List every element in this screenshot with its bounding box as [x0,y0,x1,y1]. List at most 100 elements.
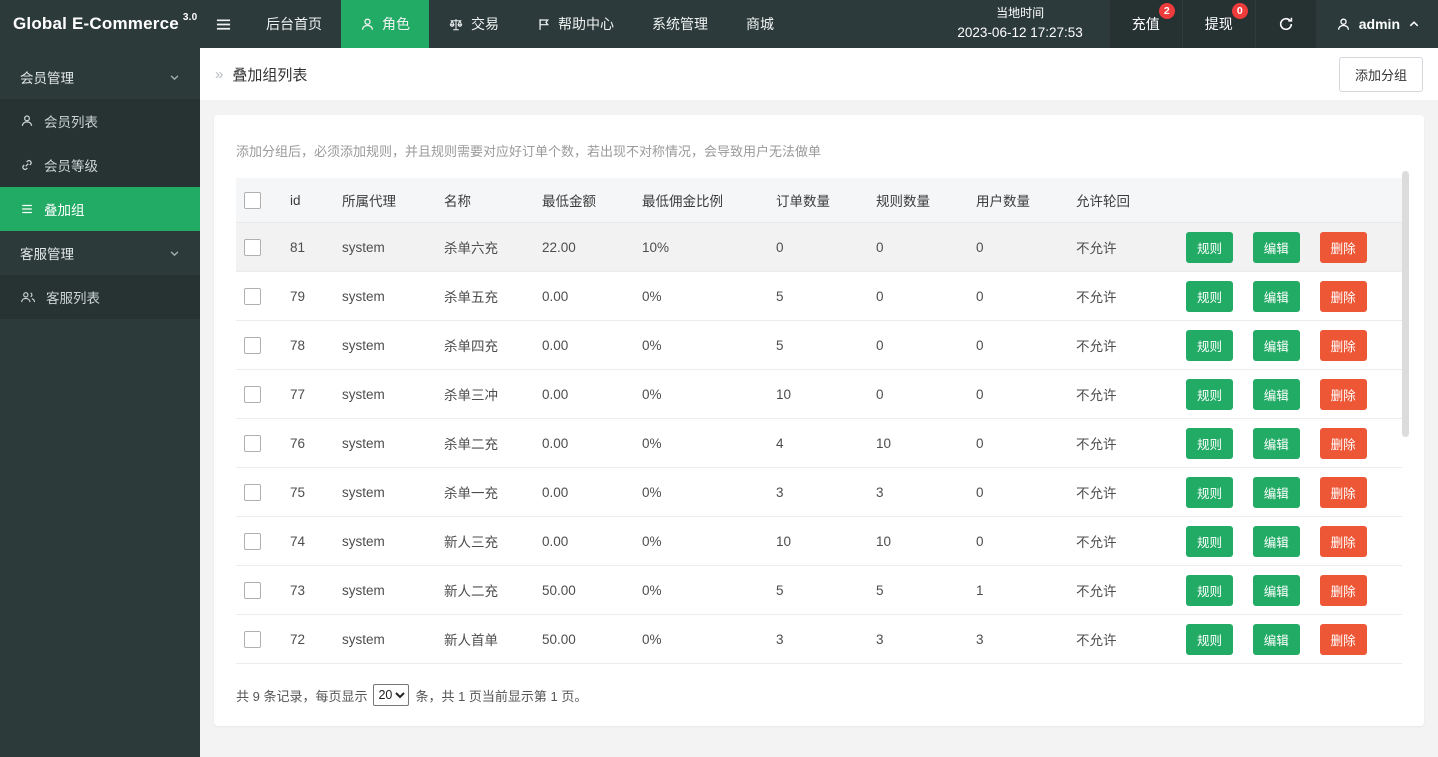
rule-button[interactable]: 规则 [1186,575,1233,606]
delete-button[interactable]: 删除 [1320,477,1367,508]
sidebar-item-service-list[interactable]: 客服列表 [0,275,200,319]
cell-users: 1 [968,566,1068,615]
pagination: 共 9 条记录，每页显示 20 条，共 1 页当前显示第 1 页。 [236,684,1402,706]
edit-button[interactable]: 编辑 [1253,428,1300,459]
admin-menu[interactable]: admin [1316,0,1438,48]
delete-button[interactable]: 删除 [1320,232,1367,263]
cell-agent: system [334,272,436,321]
nav-item-trade[interactable]: 交易 [429,0,518,48]
table-row: 77 system 杀单三冲 0.00 0% 10 0 0 不允许 规则 编辑 … [236,370,1402,419]
rule-button[interactable]: 规则 [1186,526,1233,557]
row-checkbox[interactable] [244,239,261,256]
delete-button[interactable]: 删除 [1320,575,1367,606]
menu-toggle-button[interactable] [200,0,247,48]
table-scrollbar[interactable] [1402,171,1409,437]
stack-group-card: 添加分组后，必须添加规则，并且规则需要对应好订单个数，若出现不对称情况，会导致用… [214,115,1424,726]
column-header-name: 名称 [436,178,534,223]
cell-rules: 0 [868,223,968,272]
rule-button[interactable]: 规则 [1186,330,1233,361]
add-group-button[interactable]: 添加分组 [1339,57,1423,92]
nav-item-help-center[interactable]: 帮助中心 [518,0,633,48]
row-checkbox[interactable] [244,533,261,550]
stack-group-table: id 所属代理 名称 最低金额 最低佣金比例 订单数量 规则数量 用户数量 允许… [236,178,1402,664]
row-checkbox[interactable] [244,288,261,305]
withdraw-badge: 0 [1232,3,1248,19]
link-icon [20,158,34,172]
nav-item-home[interactable]: 后台首页 [247,0,341,48]
sidebar-item-label: 会员管理 [20,67,74,87]
sidebar-item-stack-group[interactable]: 叠加组 [0,187,200,231]
column-header-rules: 规则数量 [868,178,968,223]
withdraw-label: 提现 [1205,14,1233,34]
nav-item-mall[interactable]: 商城 [727,0,793,48]
row-checkbox[interactable] [244,631,261,648]
cell-min-commission: 0% [634,419,768,468]
delete-button[interactable]: 删除 [1320,526,1367,557]
cell-id: 79 [282,272,334,321]
edit-button[interactable]: 编辑 [1253,624,1300,655]
page-title: 叠加组列表 [232,64,307,85]
users-icon [20,290,36,304]
cell-loop: 不允许 [1068,517,1178,566]
rule-button[interactable]: 规则 [1186,624,1233,655]
edit-button[interactable]: 编辑 [1253,232,1300,263]
cell-min-commission: 10% [634,223,768,272]
cell-name: 新人三充 [436,517,534,566]
edit-button[interactable]: 编辑 [1253,526,1300,557]
topbar-right: 当地时间 2023-06-12 17:27:53 充值 2 提现 0 admin [931,0,1438,48]
edit-button[interactable]: 编辑 [1253,281,1300,312]
cell-loop: 不允许 [1068,468,1178,517]
sidebar-group-member-management[interactable]: 会员管理 [0,55,200,99]
column-header-users: 用户数量 [968,178,1068,223]
table-row: 78 system 杀单四充 0.00 0% 5 0 0 不允许 规则 编辑 删… [236,321,1402,370]
table-row: 72 system 新人首单 50.00 0% 3 3 3 不允许 规则 编辑 … [236,615,1402,664]
edit-button[interactable]: 编辑 [1253,575,1300,606]
sidebar-item-member-list[interactable]: 会员列表 [0,99,200,143]
row-checkbox[interactable] [244,386,261,403]
refresh-icon [1278,16,1294,32]
sidebar-item-label: 会员列表 [44,111,98,131]
edit-button[interactable]: 编辑 [1253,330,1300,361]
nav-label: 系统管理 [652,14,708,34]
table-row: 76 system 杀单二充 0.00 0% 4 10 0 不允许 规则 编辑 … [236,419,1402,468]
row-checkbox[interactable] [244,337,261,354]
rule-button[interactable]: 规则 [1186,379,1233,410]
cell-min-amount: 0.00 [534,468,634,517]
cell-min-amount: 22.00 [534,223,634,272]
edit-button[interactable]: 编辑 [1253,379,1300,410]
nav-item-roles[interactable]: 角色 [341,0,429,48]
cell-id: 78 [282,321,334,370]
rule-button[interactable]: 规则 [1186,232,1233,263]
delete-button[interactable]: 删除 [1320,281,1367,312]
cell-min-commission: 0% [634,468,768,517]
refresh-button[interactable] [1255,0,1316,48]
edit-button[interactable]: 编辑 [1253,477,1300,508]
sidebar-item-member-level[interactable]: 会员等级 [0,143,200,187]
table-header: id 所属代理 名称 最低金额 最低佣金比例 订单数量 规则数量 用户数量 允许… [236,178,1402,223]
cell-name: 杀单二充 [436,419,534,468]
row-checkbox[interactable] [244,484,261,501]
rule-button[interactable]: 规则 [1186,428,1233,459]
column-header-id: id [282,178,334,223]
cell-agent: system [334,419,436,468]
delete-button[interactable]: 删除 [1320,428,1367,459]
recharge-button[interactable]: 充值 2 [1109,0,1182,48]
sidebar-item-label: 会员等级 [44,155,98,175]
nav-item-system[interactable]: 系统管理 [633,0,727,48]
admin-username: admin [1359,16,1400,32]
delete-button[interactable]: 删除 [1320,330,1367,361]
row-checkbox[interactable] [244,435,261,452]
delete-button[interactable]: 删除 [1320,624,1367,655]
sidebar-group-service-management[interactable]: 客服管理 [0,231,200,275]
cell-users: 0 [968,321,1068,370]
select-all-checkbox[interactable] [244,192,261,209]
delete-button[interactable]: 删除 [1320,379,1367,410]
rule-button[interactable]: 规则 [1186,281,1233,312]
withdraw-button[interactable]: 提现 0 [1182,0,1255,48]
cell-name: 新人首单 [436,615,534,664]
cell-rules: 0 [868,321,968,370]
user-icon [20,114,34,128]
row-checkbox[interactable] [244,582,261,599]
per-page-select[interactable]: 20 [373,684,409,706]
rule-button[interactable]: 规则 [1186,477,1233,508]
